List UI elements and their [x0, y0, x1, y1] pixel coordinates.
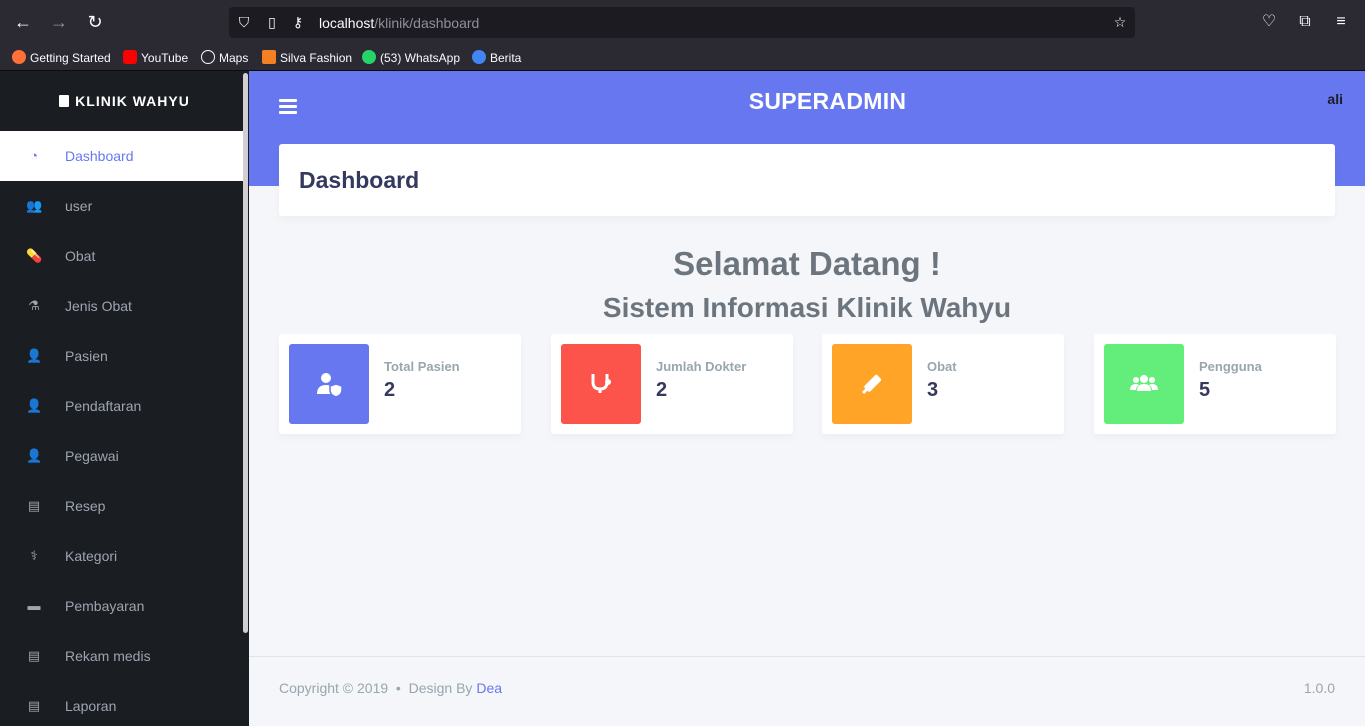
sidebar-item-rekam-medis[interactable]: ▤ Rekam medis [0, 631, 243, 681]
syringe-icon [832, 344, 912, 424]
globe-icon [201, 50, 215, 64]
sidebar-item-pembayaran[interactable]: ▬ Pembayaran [0, 581, 243, 631]
footer-copyright: Copyright © 2019 • Design By Dea [279, 680, 503, 696]
whatsapp-icon [362, 50, 376, 64]
sidebar-item-label: Rekam medis [65, 648, 151, 664]
sidebar-item-pasien[interactable]: 👤 Pasien [0, 331, 243, 381]
extensions-icon[interactable]: ⧉ [1293, 10, 1317, 34]
google-icon [472, 50, 486, 64]
sidebar: KLINIK WAHYU ◔ Dashboard 👥 user 💊 Obat ⚗ Jenis … [0, 71, 249, 726]
file-alt-icon: ▤ [27, 698, 41, 713]
sidebar-item-dashboard[interactable]: ◔ Dashboard [0, 131, 243, 181]
section-header: Dashboard [279, 144, 1335, 216]
stethoscope-icon [561, 344, 641, 424]
welcome-subtitle: Sistem Informasi Klinik Wahyu [602, 292, 1012, 323]
stat-label: Jumlah Dokter [656, 359, 747, 374]
sidebar-item-label: Resep [65, 498, 106, 514]
author-link[interactable]: Dea [476, 680, 502, 696]
reload-icon[interactable]: ↻ [83, 10, 107, 34]
sidebar-item-pendaftaran[interactable]: 👤 Pendaftaran [0, 381, 243, 431]
users-icon [1104, 344, 1184, 424]
users-icon: 👥 [26, 198, 43, 213]
mortar-pestle-icon: ⚗ [28, 298, 40, 313]
sidebar-item-kategori[interactable]: ⚕ Kategori [0, 531, 243, 581]
sidebar-menu: ◔ Dashboard 👥 user 💊 Obat ⚗ Jenis Obat 👤 Pasien 👤 P… [0, 131, 243, 726]
user-menu[interactable]: ali [1327, 91, 1343, 107]
bookmark-youtube[interactable]: YouTube [123, 49, 188, 67]
clinic-icon [59, 95, 70, 107]
stat-value: 5 [1199, 379, 1211, 401]
file-medical-icon: ▤ [27, 648, 41, 663]
back-arrow-icon[interactable]: ← [11, 10, 35, 34]
brand[interactable]: KLINIK WAHYU [0, 71, 249, 131]
shield-icon[interactable]: ⛉ [235, 13, 253, 31]
youtube-icon [123, 50, 137, 64]
stat-value: 2 [656, 379, 668, 401]
firefox-icon [12, 50, 26, 64]
user-shield-icon: 👤 [26, 348, 43, 363]
page-title: Dashboard [299, 167, 420, 193]
sidebar-item-resep[interactable]: ▤ Resep [0, 481, 243, 531]
user-plus-icon: 👤 [26, 398, 43, 413]
bookmark-getting-started[interactable]: Getting Started [12, 49, 111, 67]
url-bar[interactable]: ⛉ ▯ ⚷ localhost/klinik/dashboard ☆ [229, 7, 1135, 38]
pocket-icon[interactable]: ♡ [1257, 10, 1281, 34]
pills-icon: 💊 [26, 248, 43, 263]
stat-value: 3 [927, 379, 939, 401]
footer: Copyright © 2019 • Design By Dea 1.0.0 [249, 656, 1365, 726]
browser-toolbar: ← → ↻ ⛉ ▯ ⚷ localhost/klinik/dashboard ☆… [0, 0, 1365, 44]
sidebar-item-label: Pegawai [65, 448, 119, 464]
stat-card-obat: Obat 3 [822, 334, 1064, 434]
footer-version: 1.0.0 [1303, 680, 1335, 696]
sidebar-item-label: user [65, 198, 93, 214]
stat-card-jumlah-dokter: Jumlah Dokter 2 [551, 334, 793, 434]
stat-label: Pengguna [1199, 359, 1262, 374]
money-icon: ▬ [27, 598, 41, 613]
xampp-icon [262, 50, 276, 64]
sidebar-item-label: Pendaftaran [65, 398, 142, 414]
sidebar-item-label: Laporan [65, 698, 117, 714]
stat-label: Total Pasien [384, 359, 460, 374]
sidebar-item-label: Kategori [65, 548, 118, 564]
sidebar-scrollbar[interactable] [243, 73, 248, 633]
key-icon[interactable]: ⚷ [289, 13, 307, 31]
sidebar-item-user[interactable]: 👥 user [0, 181, 243, 231]
top-title: SUPERADMIN [748, 88, 907, 114]
stethoscope-icon: ⚕ [30, 548, 38, 563]
bookmark-maps[interactable]: Maps [201, 49, 248, 67]
sidebar-item-label: Pasien [65, 348, 108, 364]
sidebar-item-jenis-obat[interactable]: ⚗ Jenis Obat [0, 281, 243, 331]
bookmark-silva-fashion[interactable]: Silva Fashion [262, 49, 352, 67]
stat-card-pengguna: Pengguna 5 [1094, 334, 1336, 434]
tachometer-icon: ◔ [30, 148, 38, 163]
menu-icon[interactable]: ≡ [1329, 10, 1353, 34]
file-icon: ▤ [27, 498, 41, 513]
bookmark-berita[interactable]: Berita [472, 49, 521, 67]
main-content: SUPERADMIN ali Dashboard Selamat Datang … [249, 71, 1365, 726]
sidebar-item-label: Dashboard [65, 148, 134, 164]
page-icon: ▯ [268, 14, 276, 30]
forward-arrow-icon[interactable]: → [47, 10, 71, 34]
stat-label: Obat [927, 359, 957, 374]
user-tie-icon: 👤 [26, 448, 43, 463]
stat-value: 2 [384, 379, 396, 401]
sidebar-item-label: Jenis Obat [65, 298, 132, 314]
url-text[interactable]: localhost/klinik/dashboard [319, 15, 479, 31]
sidebar-item-pegawai[interactable]: 👤 Pegawai [0, 431, 243, 481]
user-shield-icon [289, 344, 369, 424]
sidebar-item-label: Pembayaran [65, 598, 145, 614]
sidebar-item-laporan[interactable]: ▤ Laporan [0, 681, 243, 726]
welcome-heading: Selamat Datang ! [673, 245, 941, 282]
sidebar-item-obat[interactable]: 💊 Obat [0, 231, 243, 281]
bookmarks-bar: Getting Started YouTube Maps Silva Fashi… [0, 44, 1365, 71]
sidebar-item-label: Obat [65, 248, 96, 264]
bookmark-whatsapp[interactable]: (53) WhatsApp [362, 49, 460, 67]
star-icon[interactable]: ☆ [1111, 13, 1129, 31]
stat-card-total-pasien: Total Pasien 2 [279, 334, 521, 434]
